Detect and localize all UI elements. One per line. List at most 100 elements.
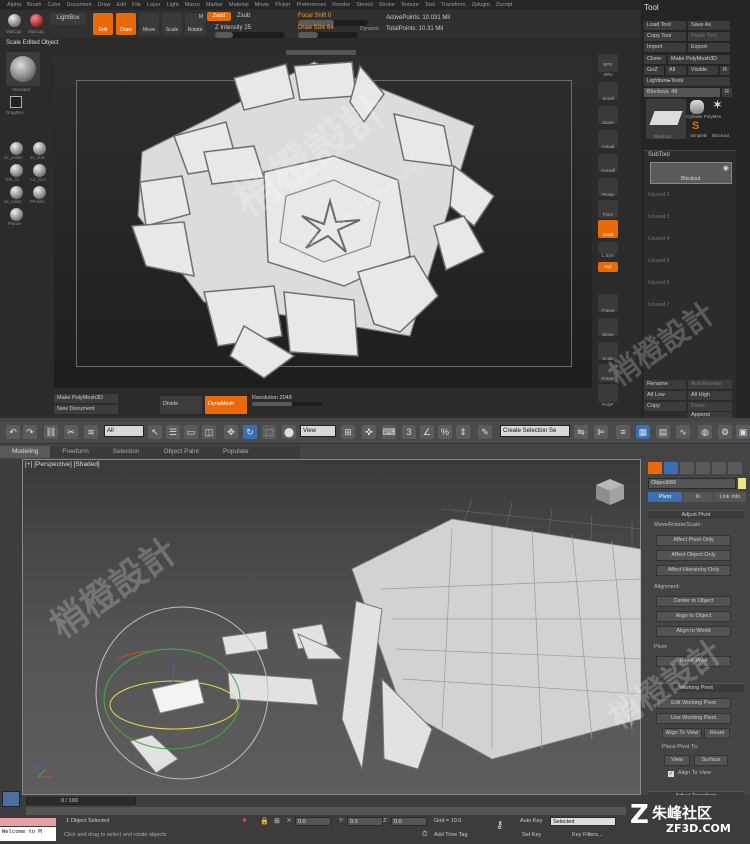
make-polymesh-bottom-button[interactable]: Make PolyMesh3D: [54, 394, 118, 403]
bind-spacewarp-icon[interactable]: ≋: [84, 425, 98, 439]
reset-pivot-button[interactable]: Reset Pivot: [656, 656, 731, 667]
ribbon-tab-populate[interactable]: Populate: [211, 446, 261, 458]
align-to-object-button[interactable]: Align to Object: [656, 611, 731, 622]
paste-button[interactable]: Paste: [688, 402, 732, 411]
mini-listener-icon[interactable]: [2, 791, 20, 807]
r2-button[interactable]: R: [722, 88, 732, 97]
scale-button[interactable]: Scale: [162, 13, 182, 35]
z-intensity-slider[interactable]: Z Intensity 25: [215, 25, 251, 31]
divide-button[interactable]: Divide: [160, 396, 202, 414]
autoreorder-button[interactable]: AutoReorder: [688, 380, 732, 389]
render-setup-icon[interactable]: ⚙: [718, 425, 732, 439]
brush-aj-clay-icon[interactable]: [33, 164, 46, 177]
copy-button[interactable]: Copy: [644, 402, 686, 411]
redo-icon[interactable]: ↷: [23, 425, 37, 439]
align-icon[interactable]: ⊫: [594, 425, 608, 439]
menu-preferences[interactable]: Preferences: [294, 0, 330, 10]
viewport-scene[interactable]: [22, 459, 641, 795]
unlink-icon[interactable]: ✂: [64, 425, 78, 439]
track-bar[interactable]: [26, 807, 626, 815]
align-to-view-button[interactable]: Align To View: [662, 728, 702, 739]
ribbon-tab-object-paint[interactable]: Object Paint: [152, 446, 211, 458]
isolate-selection-icon[interactable]: ⬥: [242, 817, 247, 825]
align-to-view-checkbox[interactable]: ✓: [668, 771, 674, 777]
current-tool-slider[interactable]: Blockout. 48: [644, 88, 720, 97]
ribbon-tab-freeform[interactable]: Freeform: [50, 446, 100, 458]
lightbox-button[interactable]: LightBox: [50, 13, 86, 25]
pivot-tab[interactable]: Pivot: [648, 492, 682, 502]
dynamesh-button[interactable]: DynaMesh: [205, 396, 247, 414]
m-button[interactable]: M: [196, 13, 206, 23]
pivot-center-icon[interactable]: ⊞: [341, 425, 355, 439]
subtool-slot[interactable]: Unused 2: [648, 192, 730, 198]
subtool-slot[interactable]: Unused 6: [648, 280, 730, 286]
brush-sj-noisy-icon[interactable]: [10, 186, 23, 199]
resolution-slider[interactable]: Resolution 2048: [252, 395, 292, 401]
align-to-world-button[interactable]: Align to World: [656, 626, 731, 637]
standard-brush-thumb[interactable]: [6, 52, 40, 86]
menu-stroke[interactable]: Stroke: [376, 0, 398, 10]
rename-button[interactable]: Rename: [644, 380, 686, 389]
dynamic-toggle[interactable]: Dynamic: [360, 26, 379, 32]
select-scale-icon[interactable]: ⬚: [262, 425, 276, 439]
linefill-icon[interactable]: [598, 384, 618, 402]
named-selection-dropdown[interactable]: Create Selection Se: [500, 425, 570, 437]
matcap-red-sphere-icon[interactable]: [30, 14, 43, 27]
menu-light[interactable]: Light: [164, 0, 182, 10]
render-frame-icon[interactable]: ▣: [736, 425, 750, 439]
menu-document[interactable]: Document: [64, 0, 95, 10]
make-polymesh-button[interactable]: Make PolyMesh3D: [668, 55, 730, 64]
adjust-pivot-rollout[interactable]: Adjust Pivot: [648, 510, 744, 519]
curve-editor-icon[interactable]: ∿: [676, 425, 690, 439]
place-surface-button[interactable]: Surface: [694, 755, 728, 766]
menu-material[interactable]: Material: [226, 0, 252, 10]
subtool-header[interactable]: SubTool: [648, 152, 670, 158]
select-move-icon[interactable]: ✥: [224, 425, 238, 439]
menu-picker[interactable]: Picker: [272, 0, 293, 10]
reference-coord-dropdown[interactable]: View: [300, 425, 336, 437]
menu-render[interactable]: Render: [329, 0, 353, 10]
display-tab-icon[interactable]: [712, 462, 726, 474]
menu-edit[interactable]: Edit: [114, 0, 129, 10]
menu-tool[interactable]: Tool: [422, 0, 438, 10]
new-document-button[interactable]: New Document: [54, 405, 118, 414]
rect-selection-icon[interactable]: ▭: [184, 425, 198, 439]
z-intensity-track[interactable]: [215, 32, 285, 38]
key-icon[interactable]: ⚷: [496, 820, 503, 831]
layer-explorer-icon[interactable]: ≡: [616, 425, 630, 439]
eye-icon[interactable]: ◉: [723, 164, 729, 172]
draw-size-slider[interactable]: Draw Size 64: [298, 25, 334, 31]
blockout-thumbnail[interactable]: [646, 99, 686, 139]
load-tool-button[interactable]: Load Tool: [644, 21, 686, 30]
add-time-tag-button[interactable]: Add Time Tag: [434, 832, 468, 838]
export-button[interactable]: Export: [688, 43, 730, 52]
working-pivot-rollout[interactable]: Working Pivot: [648, 683, 744, 692]
menu-layer[interactable]: Layer: [144, 0, 164, 10]
menu-movie[interactable]: Movie: [252, 0, 273, 10]
select-manipulate-icon[interactable]: ✜: [362, 425, 376, 439]
matcap-sphere-icon[interactable]: [8, 14, 21, 27]
window-crossing-icon[interactable]: ◫: [202, 425, 216, 439]
edit-named-sel-icon[interactable]: ✎: [478, 425, 492, 439]
canvas-scrollbar[interactable]: [286, 50, 356, 55]
selection-lock-icon[interactable]: 🔒: [260, 817, 269, 825]
absolute-mode-icon[interactable]: ⊞: [274, 817, 280, 825]
spix-label[interactable]: SPix: [594, 72, 622, 77]
simpleb-brush-icon[interactable]: S: [692, 120, 699, 132]
time-slider[interactable]: 0 / 100: [26, 797, 136, 805]
all-high-button[interactable]: All High: [688, 391, 732, 400]
subtool-slot[interactable]: Unused 7: [648, 302, 730, 308]
z-coordinate-field[interactable]: 0.0: [391, 817, 427, 826]
goz-button[interactable]: GoZ: [644, 66, 664, 75]
ribbon-tab-selection[interactable]: Selection: [101, 446, 152, 458]
ribbon-tab-modeling[interactable]: Modeling: [0, 446, 51, 458]
save-as-button[interactable]: Save As: [688, 21, 730, 30]
menu-stencil[interactable]: Stencil: [353, 0, 376, 10]
subtool-slot[interactable]: Unused 5: [648, 258, 730, 264]
object-name-field[interactable]: Object069: [648, 478, 736, 489]
place-view-button[interactable]: View: [664, 755, 690, 766]
lightbox-tools-button[interactable]: Lightbox▸Tools: [644, 77, 730, 86]
spinner-snap-icon[interactable]: ⇕: [456, 425, 470, 439]
mirror-icon[interactable]: ⇋: [574, 425, 588, 439]
menu-color[interactable]: Color: [44, 0, 63, 10]
